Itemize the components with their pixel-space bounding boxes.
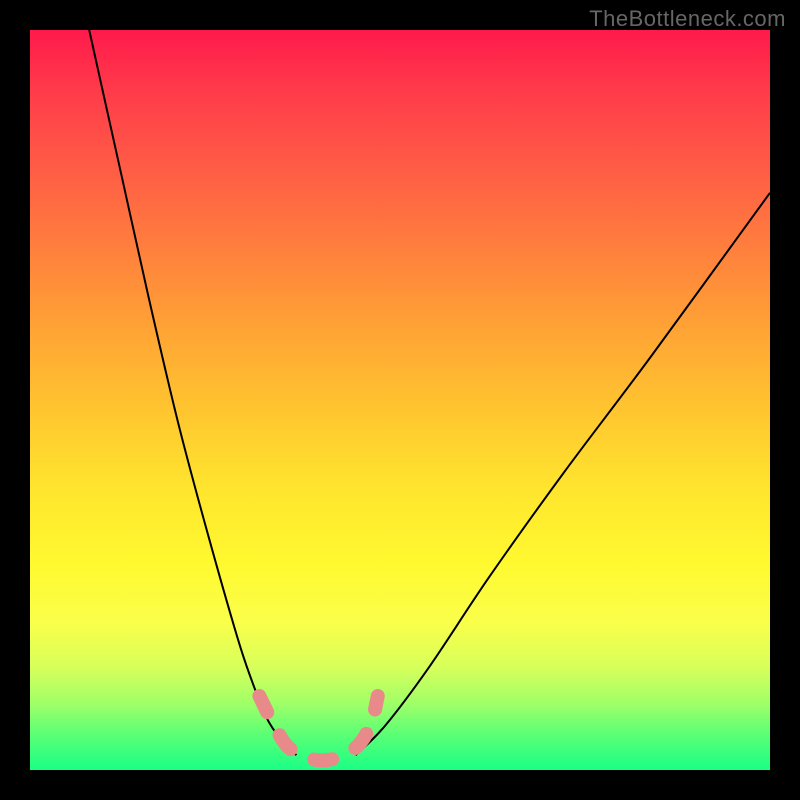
optimal-zone-dashed	[259, 696, 377, 760]
left-curve	[89, 30, 296, 755]
watermark-text: TheBottleneck.com	[589, 6, 786, 32]
chart-frame: TheBottleneck.com	[0, 0, 800, 800]
right-curve	[356, 193, 770, 755]
curves-svg	[30, 30, 770, 770]
plot-area	[30, 30, 770, 770]
